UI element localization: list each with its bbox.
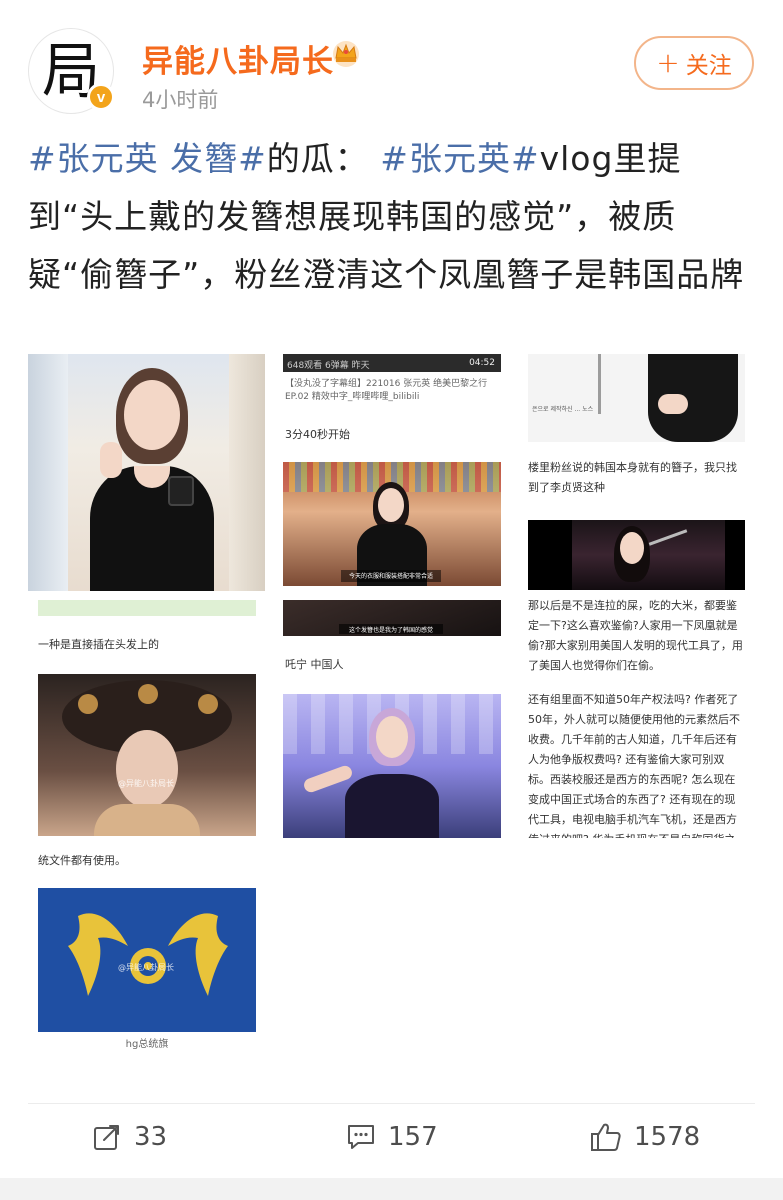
video-subtitle: 今天的衣服和服装搭配非常合适 (348, 573, 433, 580)
post-timestamp: 4小时前 (142, 88, 219, 112)
video-subtitle: 这个发簪也是我为了韩国的感觉 (348, 627, 433, 634)
photo: @异能八卦局长 (38, 674, 256, 836)
username[interactable]: 异能八卦局长 (142, 36, 334, 81)
comment-button[interactable]: 157 (346, 1122, 438, 1152)
image-caption: hg总统旗 (125, 1039, 169, 1050)
phoenix-emblem-icon (68, 913, 228, 996)
image-tile[interactable] (28, 354, 265, 591)
like-button[interactable]: 1578 (590, 1122, 700, 1152)
paragraph: 还有组里面不知道50年产权法吗? 作者死了50年，外人就可以随便使用他的元素然后… (528, 693, 740, 838)
photo (283, 694, 501, 838)
comment-icon (348, 1125, 374, 1149)
comment-count: 157 (388, 1122, 438, 1152)
paragraph: 楼里粉丝说的韩国本身就有的簪子，我只找到了李贞贤这种 (528, 461, 737, 494)
banner (38, 600, 256, 616)
photo: @异能八卦局长 (38, 888, 256, 1032)
sign-text: 은으로 제작하신 ... 노스 (532, 406, 594, 413)
post-header: 局 v 异能八卦局长 4小时前 + 关注 (0, 0, 783, 122)
action-bar: 33 157 1578 (0, 1104, 783, 1176)
bottom-band (0, 1178, 783, 1200)
image-caption: 统文件都有使用。 (38, 854, 126, 867)
start-note: 3分40秒开始 (285, 428, 350, 441)
hashtag-link[interactable]: #张元英 发簪# (28, 139, 267, 178)
photo (28, 354, 265, 591)
share-button[interactable]: 33 (92, 1122, 167, 1152)
watermark: @异能八卦局长 (118, 779, 174, 788)
image-tile[interactable]: 648观看 6弹幕 昨天 04:52 【没丸没了字幕组】221016 张元英 绝… (283, 354, 501, 838)
avatar[interactable]: 局 v (28, 28, 115, 114)
image-caption: 一种是直接插在头发上的 (38, 638, 159, 651)
follow-label: 关注 (685, 53, 732, 79)
thumbs-up-icon (591, 1123, 621, 1151)
crown-icon (333, 41, 359, 67)
image-tile[interactable]: 은으로 제작하신 ... 노스 楼里粉丝说的韩国本身就有的簪子，我只找到了李贞贤… (528, 354, 745, 838)
post-text: #张元英 发簪#的瓜： #张元英#vlog里提到“头上戴的发簪想展现韩国的感觉”… (28, 130, 756, 304)
video-meta: 648观看 6弹幕 昨天 (287, 361, 370, 371)
photo: 은으로 제작하신 ... 노스 (528, 354, 745, 442)
image-caption: 吒宁 中国人 (285, 658, 344, 671)
post-text-segment: 的瓜： (266, 139, 369, 178)
video-title: 【没丸没了字幕组】221016 张元英 绝美巴黎之行EP.02 精效中字_哔哩哔… (285, 379, 488, 402)
photo: 今天的衣服和服装搭配非常合适 (283, 462, 501, 586)
plus-icon: + (656, 46, 680, 79)
image-tile[interactable]: @异能八卦局长 hg总统旗 (28, 888, 265, 1118)
paragraph: 那以后是不是连拉的屎，吃的大米，都要鉴定一下?这么喜欢鉴偷?人家用一下凤凰就是偷… (528, 599, 743, 672)
watermark: @异能八卦局长 (118, 963, 174, 972)
verified-badge-icon: v (87, 83, 115, 111)
photo: 这个发簪也是我为了韩国的感觉 (283, 600, 501, 636)
share-count: 33 (134, 1122, 168, 1152)
photo (528, 520, 745, 590)
video-duration: 04:52 (469, 358, 495, 368)
hashtag-link[interactable]: #张元英# (380, 139, 539, 178)
follow-button[interactable]: + 关注 (634, 36, 754, 90)
like-count: 1578 (634, 1122, 701, 1152)
share-icon (94, 1125, 119, 1150)
video-bar: 648观看 6弹幕 昨天 04:52 (283, 354, 501, 372)
